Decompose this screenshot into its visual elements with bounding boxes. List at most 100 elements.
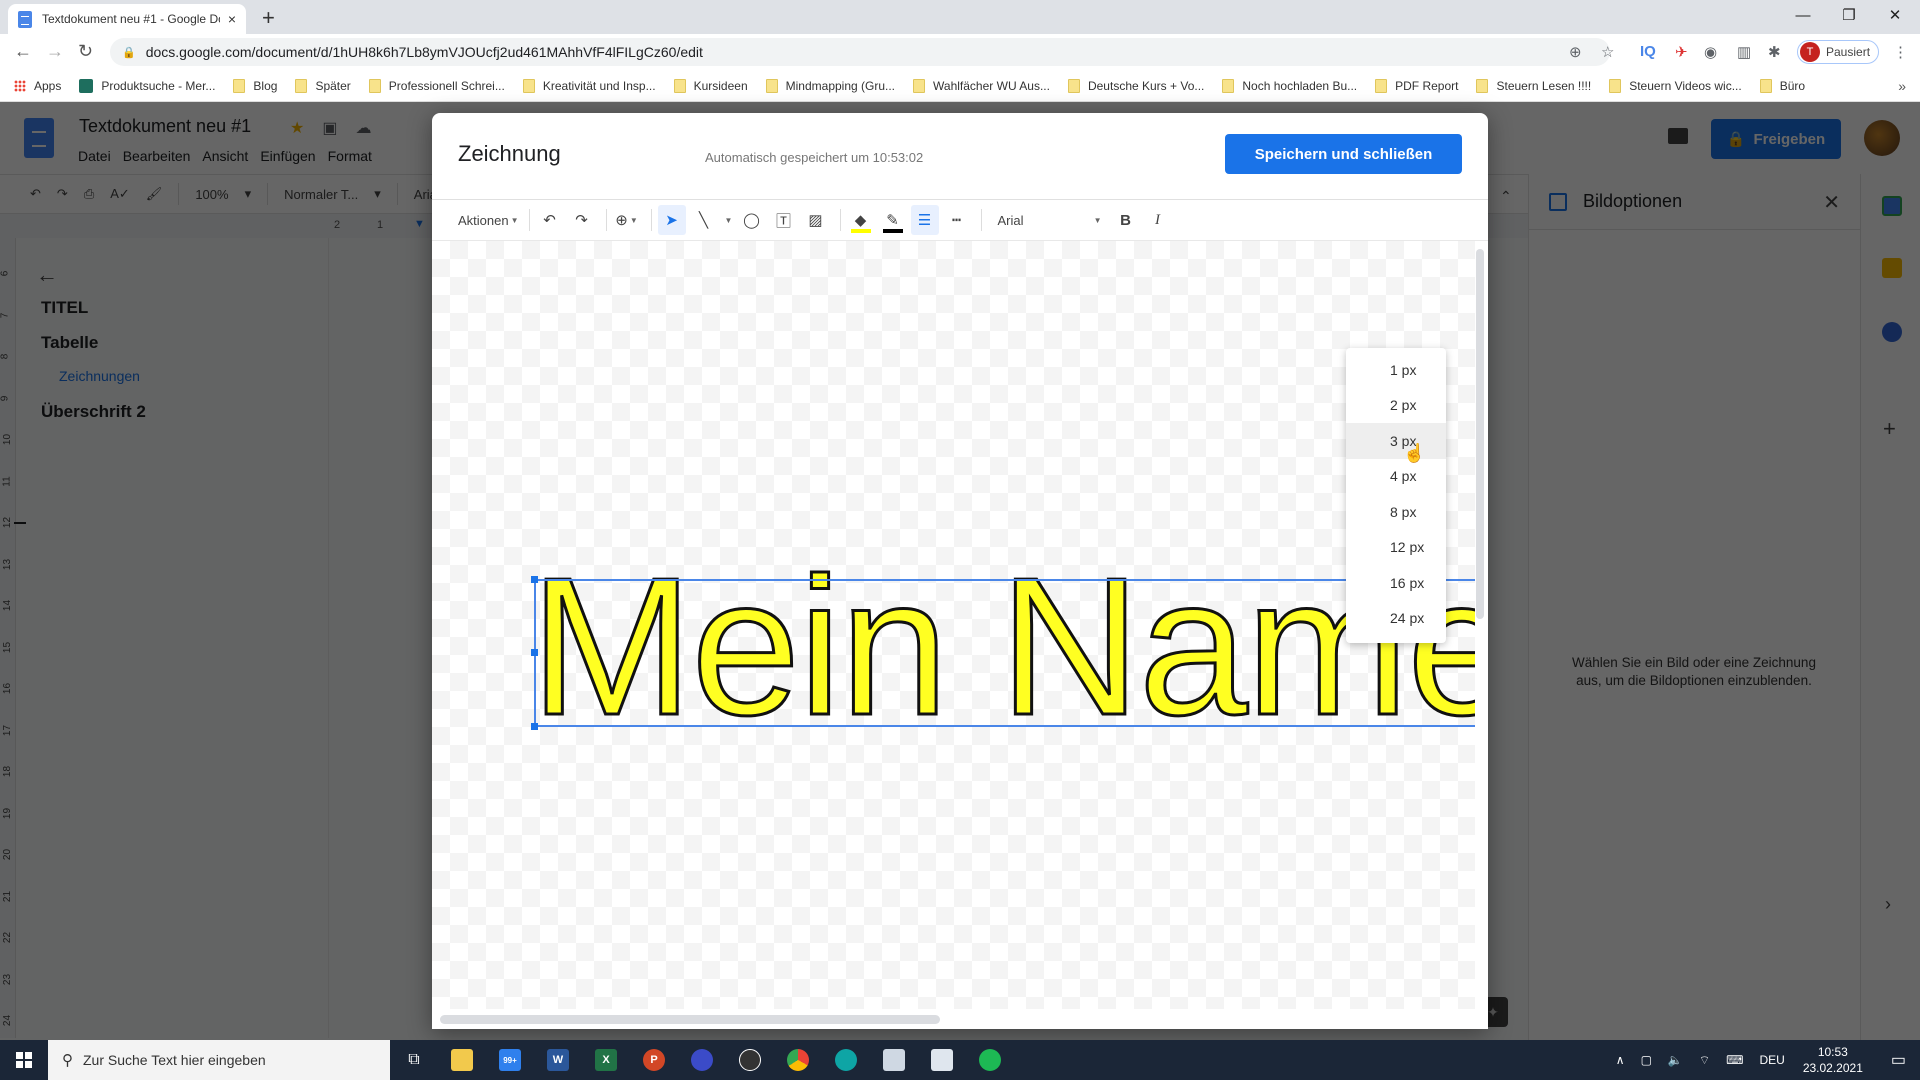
bookmark-item[interactable]: Noch hochladen Bu... bbox=[1222, 78, 1357, 93]
line-weight-option[interactable]: 16 px bbox=[1346, 565, 1446, 601]
bird-extension-icon[interactable]: ✈ bbox=[1675, 43, 1688, 61]
chrome-icon[interactable] bbox=[778, 1040, 818, 1080]
border-weight-icon[interactable]: ☰ bbox=[910, 205, 939, 235]
bookmark-item[interactable]: PDF Report bbox=[1375, 78, 1458, 93]
bookmark-item[interactable]: Wahlfächer WU Aus... bbox=[913, 78, 1050, 93]
bookmark-item[interactable]: Blog bbox=[233, 78, 277, 93]
volume-icon[interactable]: 🔈 bbox=[1668, 1053, 1683, 1067]
bookmark-item[interactable]: Steuern Videos wic... bbox=[1609, 78, 1742, 93]
drawing-canvas[interactable]: Mein Name bbox=[432, 241, 1475, 1009]
back-icon[interactable]: ← bbox=[14, 41, 32, 62]
zoom-button[interactable]: ⊕ ▼ bbox=[613, 205, 641, 235]
bookmark-label: Professionell Schrei... bbox=[388, 78, 505, 93]
clock[interactable]: 10:53 23.02.2021 bbox=[1803, 1044, 1863, 1076]
line-weight-option[interactable]: 24 px bbox=[1346, 601, 1446, 637]
language-indicator[interactable]: DEU bbox=[1759, 1053, 1784, 1067]
border-dash-icon[interactable]: ┅ bbox=[943, 205, 971, 235]
bookmark-item[interactable]: Produktsuche - Mer... bbox=[79, 78, 215, 93]
extensions-puzzle-icon[interactable]: ✱ bbox=[1768, 43, 1781, 61]
resize-handle[interactable] bbox=[531, 723, 538, 730]
line-weight-option[interactable]: 2 px bbox=[1346, 388, 1446, 424]
paint-icon[interactable] bbox=[874, 1040, 914, 1080]
spotify-icon[interactable] bbox=[970, 1040, 1010, 1080]
reload-icon[interactable]: ↻ bbox=[78, 41, 93, 62]
border-color-icon[interactable]: ✎ bbox=[879, 205, 907, 235]
redo-icon[interactable]: ↷ bbox=[568, 205, 596, 235]
new-tab-button[interactable]: + bbox=[262, 5, 275, 31]
line-weight-option[interactable]: 1 px bbox=[1346, 352, 1446, 388]
bookmark-item[interactable]: Apps bbox=[14, 79, 61, 93]
minimize-button[interactable]: — bbox=[1780, 0, 1826, 30]
line-weight-option[interactable]: 8 px bbox=[1346, 494, 1446, 530]
forward-icon[interactable]: → bbox=[46, 41, 64, 62]
excel-icon[interactable]: X bbox=[586, 1040, 626, 1080]
notepad-icon[interactable] bbox=[922, 1040, 962, 1080]
wordart-object[interactable]: Mein Name bbox=[528, 547, 1475, 746]
file-explorer-icon[interactable] bbox=[442, 1040, 482, 1080]
line-tool-icon[interactable]: ╲ bbox=[690, 205, 718, 235]
italic-button[interactable]: I bbox=[1144, 205, 1172, 235]
toolbar-divider bbox=[839, 209, 841, 231]
obs-icon[interactable] bbox=[730, 1040, 770, 1080]
camera-icon[interactable]: ▢ bbox=[1641, 1053, 1652, 1067]
window-close-button[interactable]: ✕ bbox=[1872, 0, 1918, 30]
bookmark-star-icon[interactable]: ☆ bbox=[1601, 43, 1614, 61]
tab-close-icon[interactable]: × bbox=[228, 11, 236, 27]
keyboard-icon[interactable]: ⌨ bbox=[1726, 1053, 1743, 1067]
docs-favicon-icon bbox=[18, 10, 32, 28]
line-weight-option[interactable]: 3 px bbox=[1346, 423, 1446, 459]
bookmark-item[interactable]: Büro bbox=[1759, 78, 1805, 93]
bookmarks-bar: Apps Produktsuche - Mer... Blog Später Profe… bbox=[0, 70, 1920, 102]
zoom-in-icon: ⊕ bbox=[615, 212, 628, 229]
select-tool-icon[interactable]: ➤ bbox=[657, 205, 686, 235]
undo-icon[interactable]: ↶ bbox=[536, 205, 564, 235]
actions-menu[interactable]: Aktionen ▼ bbox=[458, 205, 519, 235]
taskbar-search-input[interactable]: ⚲ Zur Suche Text hier eingeben bbox=[48, 1040, 390, 1080]
url-input[interactable]: 🔒 docs.google.com/document/d/1hUH8k6h7Lb… bbox=[110, 38, 1610, 66]
chrome-menu-icon[interactable]: ⋮ bbox=[1893, 43, 1908, 61]
image-tool-icon[interactable]: ▨ bbox=[802, 205, 830, 235]
chevron-up-icon[interactable]: ∧ bbox=[1616, 1053, 1625, 1067]
bookmarks-overflow-icon[interactable]: » bbox=[1898, 78, 1906, 94]
word-icon[interactable]: W bbox=[538, 1040, 578, 1080]
task-view-icon[interactable]: ⧉ bbox=[394, 1040, 434, 1080]
bookmark-item[interactable]: Professionell Schrei... bbox=[368, 78, 505, 93]
edge-icon[interactable] bbox=[826, 1040, 866, 1080]
resize-handle[interactable] bbox=[531, 649, 538, 656]
zoom-icon[interactable]: ⊕ bbox=[1569, 43, 1582, 61]
bookmark-item[interactable]: Kreativität und Insp... bbox=[522, 78, 656, 93]
fill-color-icon[interactable]: ◆ bbox=[847, 205, 875, 235]
bookmark-item[interactable]: Kursideen bbox=[673, 78, 748, 93]
iq-extension-icon[interactable]: IQ bbox=[1640, 43, 1656, 60]
address-bar-row: ← → ↻ 🔒 docs.google.com/document/d/1hUH8… bbox=[0, 34, 1920, 70]
profile-button[interactable]: T Pausiert bbox=[1797, 40, 1879, 64]
stats-extension-icon[interactable]: ▥ bbox=[1737, 43, 1751, 61]
horizontal-scrollbar[interactable] bbox=[440, 1015, 940, 1024]
bookmark-item[interactable]: Später bbox=[295, 78, 351, 93]
resize-handle[interactable] bbox=[531, 576, 538, 583]
font-select[interactable]: Arial ▼ bbox=[998, 213, 1102, 228]
line-weight-option[interactable]: 12 px bbox=[1346, 530, 1446, 566]
mail-icon[interactable]: 99+ bbox=[490, 1040, 530, 1080]
textbox-tool-icon[interactable]: 🅃 bbox=[770, 205, 798, 235]
browser-tab[interactable]: Textdokument neu #1 - Google Docs × bbox=[8, 4, 246, 34]
app-icon[interactable] bbox=[682, 1040, 722, 1080]
restore-button[interactable]: ❐ bbox=[1826, 0, 1872, 30]
clock-date: 23.02.2021 bbox=[1802, 1061, 1863, 1075]
bold-button[interactable]: B bbox=[1112, 205, 1140, 235]
line-weight-option[interactable]: 4 px bbox=[1346, 459, 1446, 495]
wifi-icon[interactable]: ⌔ bbox=[1699, 1053, 1710, 1068]
shape-tool-icon[interactable]: ◯ bbox=[738, 205, 766, 235]
tab-title: Textdokument neu #1 - Google Docs bbox=[42, 12, 220, 26]
windows-logo-icon bbox=[16, 1052, 32, 1068]
bookmark-item[interactable]: Deutsche Kurs + Vo... bbox=[1067, 78, 1204, 93]
bookmark-item[interactable]: Mindmapping (Gru... bbox=[765, 78, 895, 93]
save-and-close-button[interactable]: Speichern und schließen bbox=[1225, 134, 1462, 174]
notifications-icon[interactable]: ▭ bbox=[1891, 1050, 1906, 1070]
start-button[interactable] bbox=[0, 1040, 48, 1080]
powerpoint-icon[interactable]: P bbox=[634, 1040, 674, 1080]
bookmark-item[interactable]: Steuern Lesen !!!! bbox=[1476, 78, 1591, 93]
line-type-caret-icon[interactable]: ▼ bbox=[722, 205, 734, 235]
adblock-extension-icon[interactable]: ◉ bbox=[1704, 43, 1717, 61]
vertical-scrollbar[interactable] bbox=[1476, 249, 1484, 619]
